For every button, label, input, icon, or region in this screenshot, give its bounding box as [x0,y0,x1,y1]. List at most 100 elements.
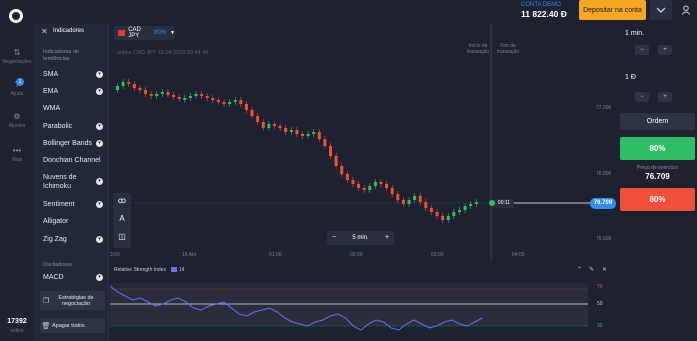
candle [474,202,478,204]
nav-settings-label: Ajustes [8,123,26,129]
x-tick: 01:00 [269,252,282,258]
indicator-sma[interactable]: SMA [43,70,58,79]
amount-field[interactable]: 1 Đ [620,69,695,87]
chevron-down-icon[interactable]: ▾ [96,236,103,243]
copy-icon: ❐ [42,297,50,305]
account-type-label[interactable]: CONTA DEMO [521,2,561,8]
candle [334,156,338,166]
nav-trades[interactable]: ⇅ Negociações [0,48,34,65]
account-balance[interactable]: 11 822.40 Đ [521,9,567,19]
indicator-ichimoku[interactable]: Nuvens de Ichimoku [43,173,93,191]
candle [177,97,181,99]
candle [457,210,461,212]
candle [413,196,417,200]
indicator-sentiment[interactable]: Sentiment [43,200,75,209]
x-tick: 02:00 [350,252,363,258]
indicator-zigzag[interactable]: Zig Zag [43,235,67,244]
deposit-button[interactable]: Depositar na conta [579,0,646,20]
candle [452,212,456,216]
strategies-label: Estratégias de negociação [58,294,94,307]
chevron-down-icon[interactable]: ▾ [96,71,103,78]
candle [228,102,232,104]
oscillators-section-title: Osciladores [43,262,73,268]
chart-type-icon[interactable]: ◫ [113,232,131,241]
nav-settings[interactable]: ⚙ Ajustes [0,112,34,129]
candle [301,134,304,136]
candle [267,124,271,128]
candle [351,180,355,184]
time-field[interactable]: 1 min. [620,25,695,43]
time-minus-button[interactable]: − [635,45,649,55]
candle [357,184,361,188]
candle [379,182,383,184]
timeframe-value[interactable]: 5 min. [341,231,380,245]
amount-plus-button[interactable]: + [658,92,672,102]
amount-minus-button[interactable]: − [635,92,649,102]
asset-tab[interactable]: CAD JPY 80% ▼ [114,26,175,40]
menu-button[interactable] [650,0,672,20]
indicators-tool-icon[interactable]: ꝏ [113,196,131,205]
indicator-ema[interactable]: EMA [43,87,58,96]
candle [233,100,237,102]
rsi-band [110,289,588,326]
indicator-parabolic[interactable]: Parabolic [43,122,72,131]
chevron-down-icon[interactable]: ▾ [96,201,103,208]
x-tick: 3:00 [110,252,120,258]
chevron-down-icon[interactable]: ▾ [96,274,103,281]
candle [385,184,389,188]
trades-icon: ⇅ [13,48,21,57]
menu-icon [656,7,666,13]
chevron-down-icon[interactable]: ▾ [96,88,103,95]
candle [239,100,243,104]
y-tick: 77.000 [596,105,612,111]
call-up-button[interactable]: 80% [620,137,695,160]
put-down-button[interactable]: 80% [620,188,695,211]
candle [200,94,204,96]
x-tick: 03:00 [431,252,444,258]
profile-button[interactable] [675,0,697,20]
timeframe-minus-button[interactable]: − [327,231,341,245]
strategies-button[interactable]: ❐ Estratégias de negociação [40,291,105,310]
candle [446,216,450,220]
candle [469,204,473,206]
chevron-down-icon[interactable]: ▾ [96,123,103,130]
price-chart[interactable] [110,24,618,331]
nav-more[interactable]: ••• Mais [0,146,34,163]
rsi-level-50: 50 [597,301,603,307]
time-plus-button[interactable]: + [658,45,672,55]
indicator-donchian[interactable]: Donchian Channel [43,156,101,165]
candle [312,132,316,134]
delete-all-button[interactable]: 🗑 Apagar todos [40,318,105,333]
close-icon[interactable]: ✕ [602,266,607,273]
flag-icon [118,30,126,36]
logo[interactable] [9,9,23,23]
edit-icon[interactable]: ✎ [589,266,594,273]
start-label: Início da transação [467,43,489,55]
y-tick: 76.600 [596,236,612,242]
candle [441,216,445,220]
indicator-wma[interactable]: WMA [43,104,60,113]
candle [132,84,136,88]
close-icon[interactable]: ✕ [41,27,48,36]
indicator-bollinger[interactable]: Bollinger Bands [43,139,92,148]
candle [306,134,310,136]
chart-tools: ꝏ A ◫ [113,193,131,248]
indicator-macd[interactable]: MACD [43,273,64,282]
chevron-down-icon[interactable]: ▾ [96,178,103,185]
candle [205,96,209,98]
order-button[interactable]: Ordem [620,113,695,130]
candle [261,122,265,128]
candle [116,86,119,90]
nav-more-label: Mais [11,157,23,163]
indicator-alligator[interactable]: Alligator [43,217,68,226]
candle [183,98,187,100]
candle [256,116,260,122]
user-icon [681,5,691,15]
timeframe-plus-button[interactable]: + [380,231,394,245]
collapse-icon[interactable]: ⌃ [577,266,582,273]
chevron-down-icon[interactable]: ▾ [96,140,103,147]
rsi-title: Relative Strength Index [114,267,166,273]
drawing-tool-icon[interactable]: A [113,214,131,223]
asset-payout: 80% [154,30,167,36]
candle [155,94,159,96]
